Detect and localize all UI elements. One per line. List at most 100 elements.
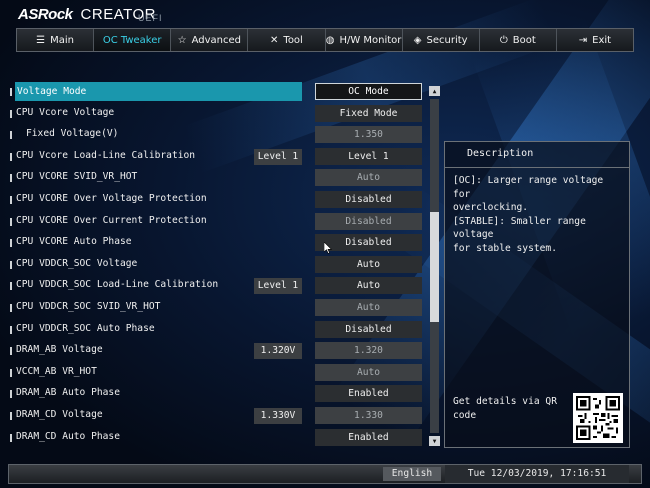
setting-row[interactable]: CPU VCORE Over Current Protection Disable… (10, 211, 424, 233)
setting-value-field[interactable]: Auto (315, 169, 422, 187)
status-bar: English Tue 12/03/2019, 17:16:51 (8, 464, 642, 484)
tab-security[interactable]: ◈ Security (403, 29, 480, 51)
brand-logo: ASRock CREATOR (18, 6, 156, 28)
row-marker (10, 109, 12, 118)
setting-label: CPU Vcore Voltage (16, 106, 115, 118)
tab-label: Advanced (191, 34, 241, 46)
setting-label: DRAM_AB Voltage (16, 344, 103, 356)
settings-list: Voltage Mode OC Mode CPU Vcore Voltage Fixe… (10, 81, 424, 448)
setting-label: CPU VCORE Over Voltage Protection (16, 192, 207, 204)
setting-label: CPU Vcore Load-Line Calibration (16, 149, 196, 161)
setting-label: CPU VDDCR_SOC Auto Phase (16, 322, 155, 334)
tab-h-w-monitor[interactable]: ◍ H/W Monitor (326, 29, 403, 51)
setting-label: Fixed Voltage(V) (26, 128, 119, 140)
tab-label: Tool (283, 34, 303, 46)
tools-icon: ✕ (270, 34, 279, 46)
setting-row[interactable]: DRAM_AB Voltage 1.320V 1.320 (10, 340, 424, 362)
setting-label: CPU VCORE Over Current Protection (16, 214, 207, 226)
setting-value-field[interactable]: Enabled (315, 428, 422, 446)
main-tab-bar: ☰ Main OC Tweaker ☆ Advanced ✕ Tool ◍ H/W Monito… (16, 28, 634, 52)
setting-label: DRAM_CD Voltage (16, 408, 103, 420)
setting-label: VCCM_AB VR_HOT (16, 365, 97, 377)
row-marker (10, 239, 12, 248)
tab-label: Boot (512, 34, 536, 46)
description-text: [OC]: Larger range voltage for overclocki… (445, 168, 629, 255)
setting-row[interactable]: CPU Vcore Voltage Fixed Mode (10, 103, 424, 125)
setting-value-field[interactable]: Level 1 (315, 147, 422, 165)
row-marker (10, 347, 12, 356)
setting-value-field[interactable]: OC Mode (315, 83, 422, 100)
setting-value-field[interactable]: 1.330 (315, 406, 422, 424)
qr-code-image (573, 393, 623, 443)
setting-row[interactable]: DRAM_AB Auto Phase Enabled (10, 383, 424, 405)
tab-boot[interactable]: ⏻ Boot (480, 29, 557, 51)
setting-row[interactable]: CPU Vcore Load-Line Calibration Level 1 Le… (10, 146, 424, 168)
star-icon: ☆ (177, 34, 187, 46)
setting-row[interactable]: CPU VCORE Auto Phase Disabled (10, 232, 424, 254)
setting-label: CPU VCORE Auto Phase (16, 236, 132, 248)
setting-value-field[interactable]: Disabled (315, 320, 422, 338)
setting-label: CPU VCORE SVID_VR_HOT (16, 171, 138, 183)
setting-row[interactable]: CPU VCORE SVID_VR_HOT Auto (10, 167, 424, 189)
setting-value-field[interactable]: Fixed Mode (315, 104, 422, 122)
row-marker (10, 195, 12, 204)
setting-row[interactable]: CPU VDDCR_SOC Voltage Auto (10, 254, 424, 276)
current-value-badge: Level 1 (254, 148, 302, 165)
current-value-badge: 1.320V (254, 343, 302, 360)
scroll-up-button[interactable]: ▲ (429, 86, 440, 96)
setting-row[interactable]: CPU VDDCR_SOC SVID_VR_HOT Auto (10, 297, 424, 319)
description-line: overclocking. (453, 202, 529, 213)
row-marker (10, 217, 12, 226)
setting-value-field[interactable]: Enabled (315, 385, 422, 403)
row-marker (10, 131, 12, 140)
tab-label: Exit (592, 34, 612, 46)
setting-value-field[interactable]: Auto (315, 298, 422, 316)
setting-row[interactable]: Voltage Mode OC Mode (10, 81, 424, 103)
description-panel: Description [OC]: Larger range voltage f… (444, 141, 630, 448)
description-title: Description (445, 142, 629, 168)
setting-row[interactable]: CPU VCORE Over Voltage Protection Disable… (10, 189, 424, 211)
setting-value-field[interactable]: 1.320 (315, 342, 422, 360)
date-time-display: Tue 12/03/2019, 17:16:51 (445, 465, 629, 483)
brand-name: ASRock (18, 6, 73, 23)
language-button[interactable]: English (383, 467, 441, 481)
setting-value-field[interactable]: 1.350 (315, 126, 422, 144)
shield-icon: ◈ (413, 34, 422, 46)
setting-label: Voltage Mode (15, 82, 302, 101)
description-line: [STABLE]: Smaller range voltage (453, 215, 586, 241)
row-marker (10, 303, 12, 312)
setting-label: CPU VDDCR_SOC SVID_VR_HOT (16, 300, 161, 312)
current-value-badge: 1.330V (254, 407, 302, 424)
firmware-label: UEFI (138, 13, 163, 23)
setting-value-field[interactable]: Auto (315, 277, 422, 295)
scrollbar-thumb[interactable] (430, 212, 439, 322)
row-marker (10, 390, 12, 399)
tab-advanced[interactable]: ☆ Advanced (171, 29, 249, 51)
setting-row[interactable]: CPU VDDCR_SOC Load-Line Calibration Level… (10, 275, 424, 297)
tab-tool[interactable]: ✕ Tool (248, 29, 326, 51)
setting-row[interactable]: DRAM_CD Auto Phase Enabled (10, 427, 424, 449)
row-marker (10, 368, 12, 377)
setting-value-field[interactable]: Auto (315, 255, 422, 273)
tab-label: Security (426, 34, 468, 46)
row-marker (10, 325, 12, 334)
setting-row[interactable]: VCCM_AB VR_HOT Auto (10, 362, 424, 384)
setting-row[interactable]: CPU VDDCR_SOC Auto Phase Disabled (10, 319, 424, 341)
tab-label: OC Tweaker (102, 34, 162, 46)
setting-row[interactable]: Fixed Voltage(V) 1.350 (10, 124, 424, 146)
current-value-badge: Level 1 (254, 278, 302, 295)
setting-label: DRAM_AB Auto Phase (16, 387, 120, 399)
setting-value-field[interactable]: Disabled (315, 190, 422, 208)
setting-value-field[interactable]: Auto (315, 363, 422, 381)
setting-label: DRAM_CD Auto Phase (16, 430, 120, 442)
setting-value-field[interactable]: Disabled (315, 212, 422, 230)
row-marker (10, 260, 12, 269)
tab-exit[interactable]: ⇥ Exit (557, 29, 633, 51)
setting-row[interactable]: DRAM_CD Voltage 1.330V 1.330 (10, 405, 424, 427)
list-icon: ☰ (36, 34, 46, 46)
tab-label: H/W Monitor (339, 34, 402, 46)
tab-main[interactable]: ☰ Main (17, 29, 95, 51)
tab-oc-tweaker[interactable]: OC Tweaker (94, 29, 172, 51)
scroll-down-button[interactable]: ▼ (429, 436, 440, 446)
monitor-icon: ◍ (325, 34, 335, 46)
